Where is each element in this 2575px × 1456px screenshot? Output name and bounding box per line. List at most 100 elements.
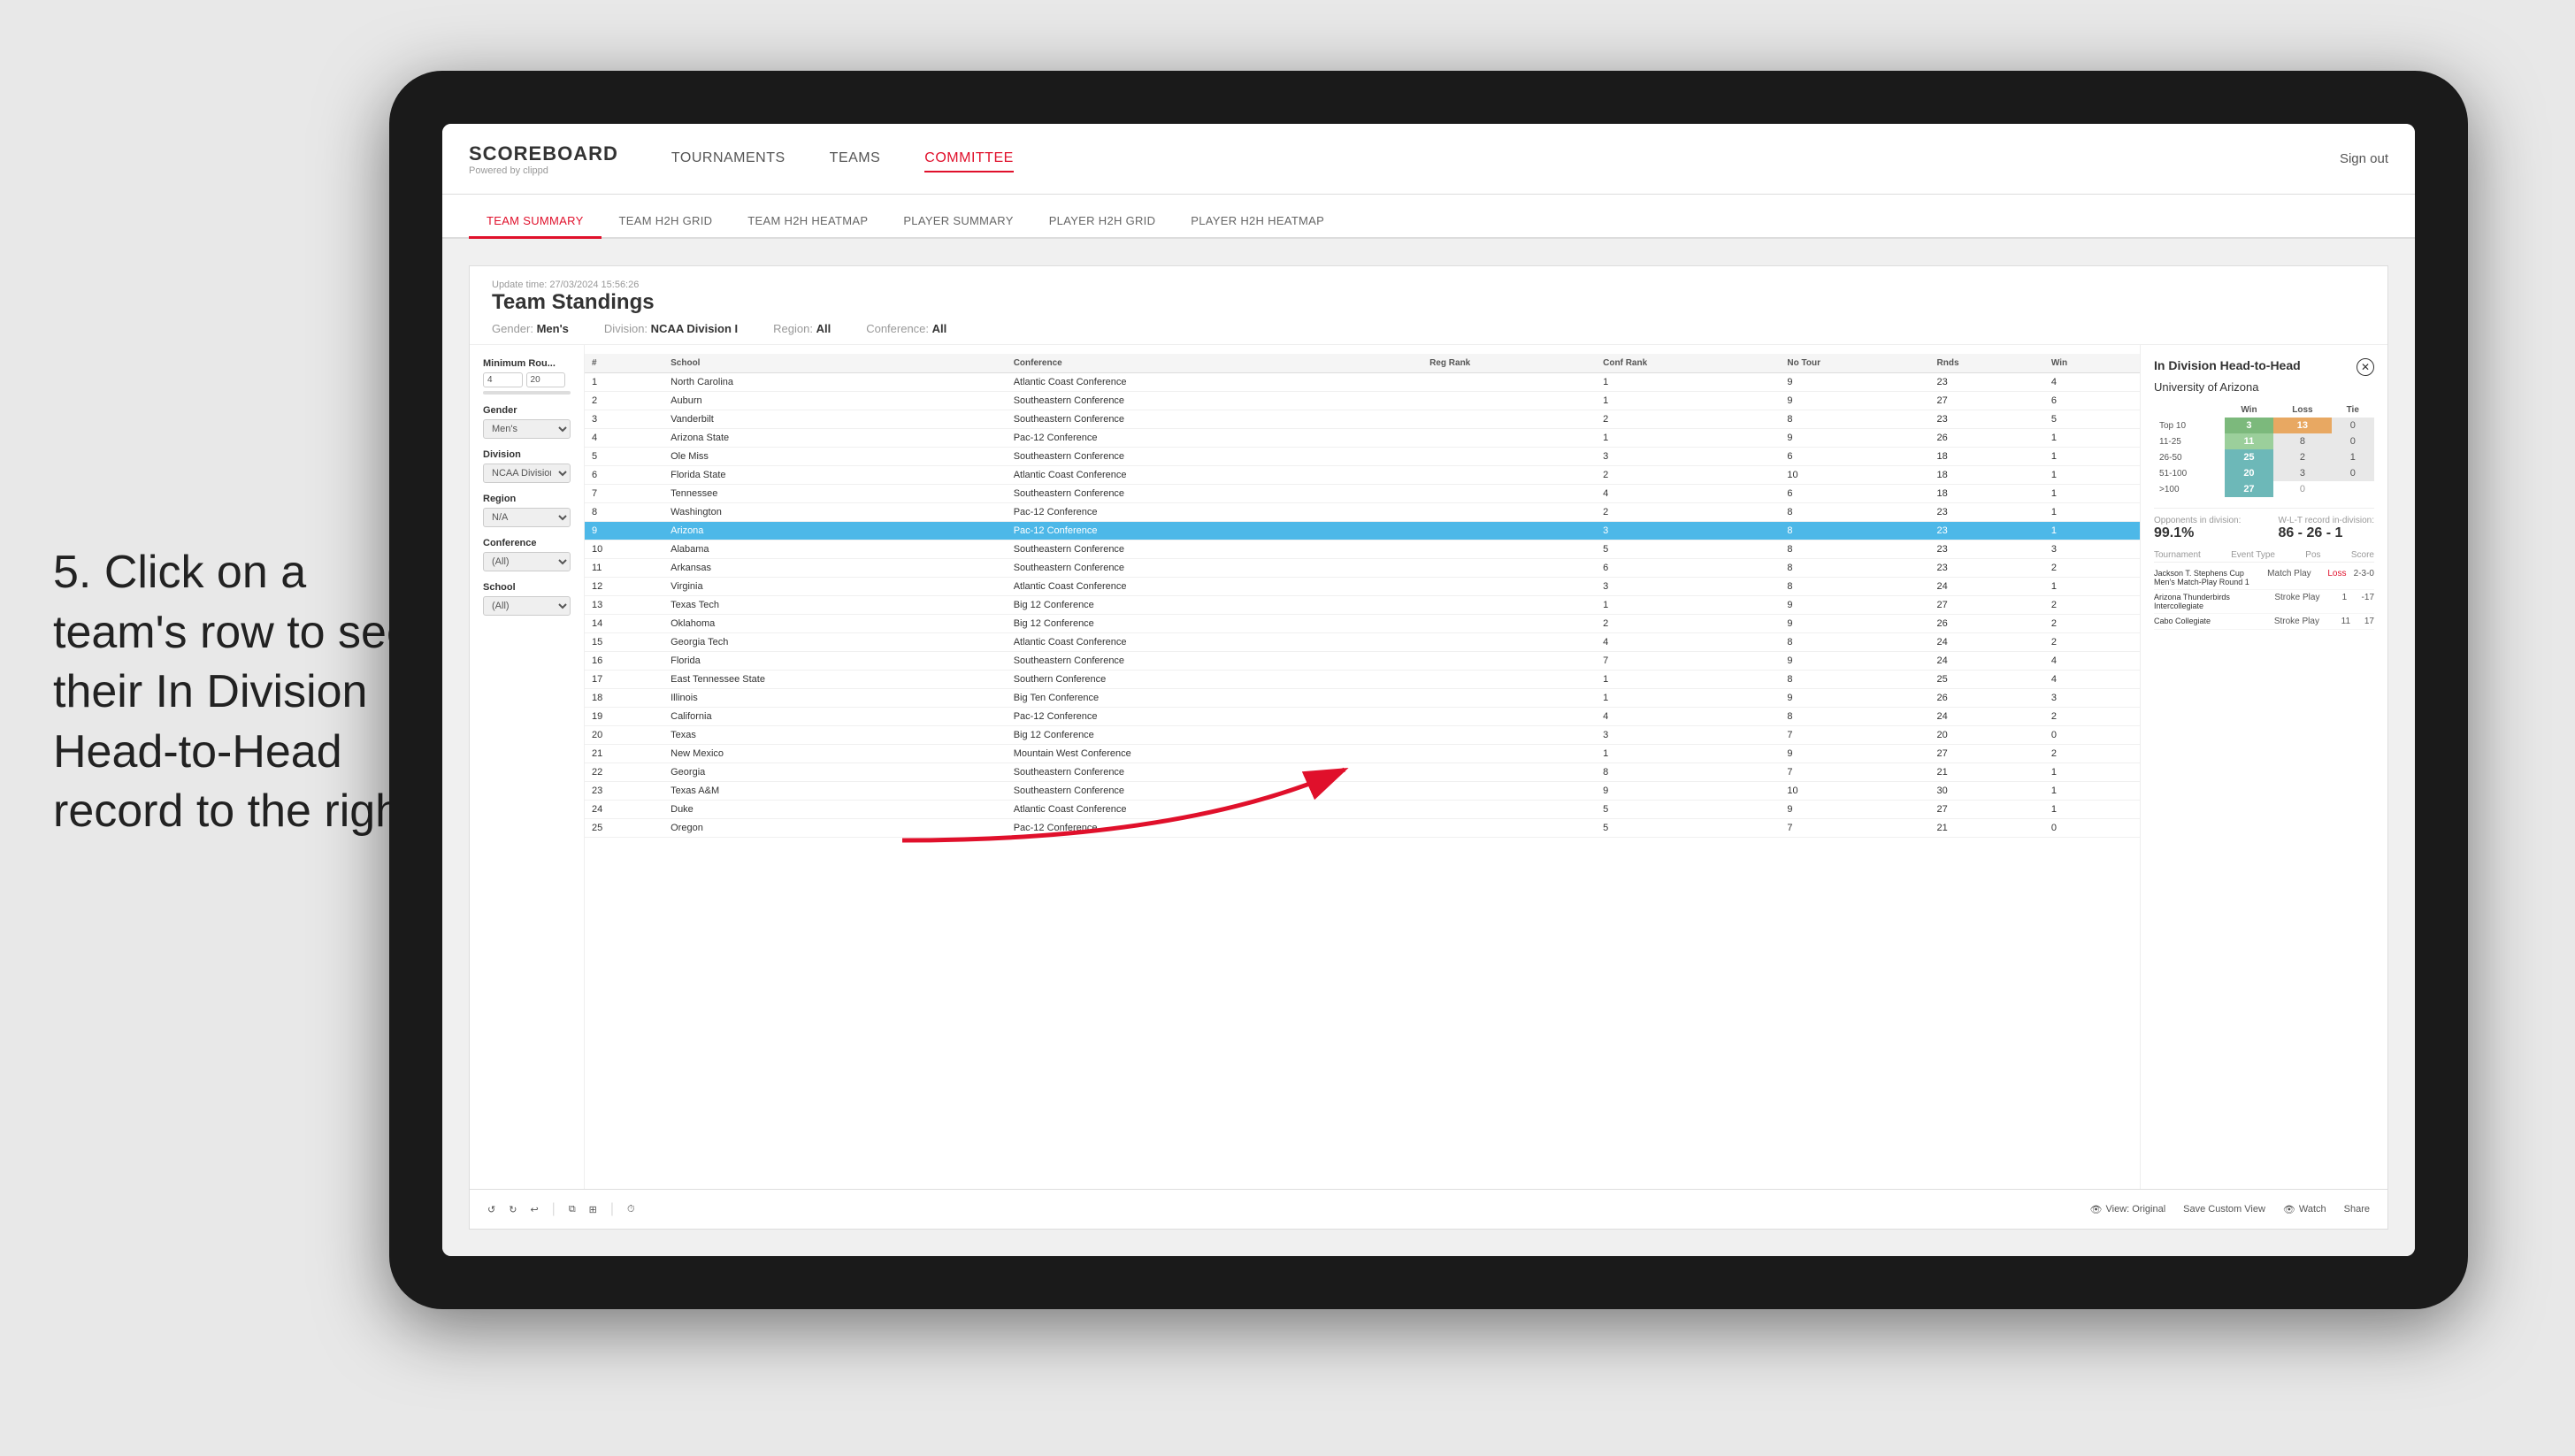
- subnav-team-summary[interactable]: TEAM SUMMARY: [469, 205, 602, 239]
- no-tour-cell: 6: [1780, 448, 1929, 466]
- table-row[interactable]: 6 Florida State Atlantic Coast Conferenc…: [585, 466, 2140, 485]
- h2h-close-button[interactable]: ✕: [2357, 358, 2374, 376]
- conference-cell: Southeastern Conference: [1007, 410, 1422, 429]
- table-row[interactable]: 8 Washington Pac-12 Conference 2 8 23 1: [585, 503, 2140, 522]
- subnav-player-summary[interactable]: PLAYER SUMMARY: [885, 205, 1031, 239]
- table-row[interactable]: 3 Vanderbilt Southeastern Conference 2 8…: [585, 410, 2140, 429]
- conference-cell: Southeastern Conference: [1007, 782, 1422, 801]
- table-area: # School Conference Reg Rank Conf Rank N…: [585, 345, 2140, 1189]
- rnds-cell: 27: [1930, 745, 2044, 763]
- h2h-team-name: University of Arizona: [2154, 380, 2374, 394]
- table-row[interactable]: 13 Texas Tech Big 12 Conference 1 9 27 2: [585, 596, 2140, 615]
- tournament-row-2[interactable]: Arizona Thunderbirds Intercollegiate Str…: [2154, 590, 2374, 614]
- table-row[interactable]: 17 East Tennessee State Southern Confere…: [585, 671, 2140, 689]
- table-row[interactable]: 5 Ole Miss Southeastern Conference 3 6 1…: [585, 448, 2140, 466]
- reg-rank-cell: [1422, 429, 1596, 448]
- table-row[interactable]: 9 Arizona Pac-12 Conference 3 8 23 1: [585, 522, 2140, 540]
- subnav-team-h2h-grid[interactable]: TEAM H2H GRID: [602, 205, 731, 239]
- nav-teams[interactable]: TEAMS: [830, 146, 881, 172]
- panel-title: Team Standings: [492, 290, 2365, 315]
- division-select[interactable]: NCAA Division I: [483, 464, 571, 483]
- subnav-team-h2h-heatmap[interactable]: TEAM H2H HEATMAP: [730, 205, 885, 239]
- min-rounds-slider[interactable]: [483, 391, 571, 395]
- copy-button[interactable]: ⧉: [569, 1204, 576, 1215]
- table-row[interactable]: 7 Tennessee Southeastern Conference 4 6 …: [585, 485, 2140, 503]
- reg-rank-cell: [1422, 596, 1596, 615]
- nav-committee[interactable]: COMMITTEE: [924, 146, 1014, 172]
- table-row[interactable]: 25 Oregon Pac-12 Conference 5 7 21 0: [585, 819, 2140, 838]
- table-row[interactable]: 18 Illinois Big Ten Conference 1 9 26 3: [585, 689, 2140, 708]
- region-filter-group: Region N/A: [483, 494, 571, 527]
- rank-cell: 7: [585, 485, 663, 503]
- rank-cell: 14: [585, 615, 663, 633]
- no-tour-cell: 8: [1780, 503, 1929, 522]
- rnds-cell: 24: [1930, 633, 2044, 652]
- table-row[interactable]: 16 Florida Southeastern Conference 7 9 2…: [585, 652, 2140, 671]
- rnds-cell: 24: [1930, 578, 2044, 596]
- conference-cell: Big 12 Conference: [1007, 596, 1422, 615]
- table-row[interactable]: 1 North Carolina Atlantic Coast Conferen…: [585, 373, 2140, 392]
- conference-cell: Big 12 Conference: [1007, 726, 1422, 745]
- tournament-row-1[interactable]: Jackson T. Stephens Cup Men's Match-Play…: [2154, 566, 2374, 590]
- tournament-row-3[interactable]: Cabo Collegiate Stroke Play 11 17: [2154, 614, 2374, 630]
- school-cell: Illinois: [663, 689, 1007, 708]
- conference-cell: Southeastern Conference: [1007, 652, 1422, 671]
- table-row[interactable]: 19 California Pac-12 Conference 4 8 24 2: [585, 708, 2140, 726]
- no-tour-cell: 8: [1780, 559, 1929, 578]
- school-cell: New Mexico: [663, 745, 1007, 763]
- reg-rank-cell: [1422, 540, 1596, 559]
- table-row[interactable]: 23 Texas A&M Southeastern Conference 9 1…: [585, 782, 2140, 801]
- nav-tournaments[interactable]: TOURNAMENTS: [671, 146, 786, 172]
- paste-button[interactable]: ⊞: [589, 1204, 597, 1215]
- table-row[interactable]: 15 Georgia Tech Atlantic Coast Conferenc…: [585, 633, 2140, 652]
- save-custom-button[interactable]: Save Custom View: [2183, 1204, 2265, 1215]
- rank-cell: 23: [585, 782, 663, 801]
- rnds-cell: 18: [1930, 485, 2044, 503]
- rank-cell: 10: [585, 540, 663, 559]
- back-button[interactable]: ↩: [530, 1204, 538, 1215]
- region-select[interactable]: N/A: [483, 508, 571, 527]
- table-row[interactable]: 22 Georgia Southeastern Conference 8 7 2…: [585, 763, 2140, 782]
- conf-rank-cell: 4: [1596, 633, 1780, 652]
- h2h-panel: In Division Head-to-Head ✕ University of…: [2140, 345, 2387, 1189]
- table-row[interactable]: 10 Alabama Southeastern Conference 5 8 2…: [585, 540, 2140, 559]
- table-row[interactable]: 24 Duke Atlantic Coast Conference 5 9 27…: [585, 801, 2140, 819]
- undo2-button[interactable]: ↻: [509, 1204, 517, 1215]
- table-row[interactable]: 20 Texas Big 12 Conference 3 7 20 0: [585, 726, 2140, 745]
- col-conference: Conference: [1007, 354, 1422, 373]
- rank-cell: 12: [585, 578, 663, 596]
- table-row[interactable]: 4 Arizona State Pac-12 Conference 1 9 26…: [585, 429, 2140, 448]
- clock-button[interactable]: ⏱: [627, 1204, 635, 1215]
- region-filter: Region: All: [773, 322, 831, 335]
- school-cell: Virginia: [663, 578, 1007, 596]
- rnds-cell: 25: [1930, 671, 2044, 689]
- rnds-cell: 27: [1930, 392, 2044, 410]
- school-select[interactable]: (All): [483, 596, 571, 616]
- subnav-player-h2h-grid[interactable]: PLAYER H2H GRID: [1031, 205, 1174, 239]
- gender-select[interactable]: Men's: [483, 419, 571, 439]
- school-filter-group: School (All): [483, 582, 571, 616]
- min-rounds-min-input[interactable]: [483, 372, 523, 387]
- conference-select[interactable]: (All): [483, 552, 571, 571]
- rank-cell: 17: [585, 671, 663, 689]
- win-cell: 1: [2044, 763, 2140, 782]
- table-row[interactable]: 14 Oklahoma Big 12 Conference 2 9 26 2: [585, 615, 2140, 633]
- table-row[interactable]: 2 Auburn Southeastern Conference 1 9 27 …: [585, 392, 2140, 410]
- view-original-button[interactable]: 👁 View: Original: [2090, 1204, 2166, 1215]
- rnds-cell: 24: [1930, 708, 2044, 726]
- table-row[interactable]: 12 Virginia Atlantic Coast Conference 3 …: [585, 578, 2140, 596]
- share-button[interactable]: Share: [2344, 1204, 2370, 1215]
- conf-rank-cell: 3: [1596, 448, 1780, 466]
- table-row[interactable]: 21 New Mexico Mountain West Conference 1…: [585, 745, 2140, 763]
- rnds-cell: 23: [1930, 540, 2044, 559]
- watch-button[interactable]: 👁 Watch: [2283, 1204, 2326, 1215]
- min-rounds-max-input[interactable]: [526, 372, 566, 387]
- sign-out-link[interactable]: Sign out: [2340, 151, 2388, 166]
- subnav-player-h2h-heatmap[interactable]: PLAYER H2H HEATMAP: [1173, 205, 1342, 239]
- table-row[interactable]: 11 Arkansas Southeastern Conference 6 8 …: [585, 559, 2140, 578]
- undo-button[interactable]: ↺: [487, 1204, 495, 1215]
- conference-cell: Southeastern Conference: [1007, 392, 1422, 410]
- rnds-cell: 24: [1930, 652, 2044, 671]
- rnds-cell: 21: [1930, 819, 2044, 838]
- conf-rank-cell: 2: [1596, 466, 1780, 485]
